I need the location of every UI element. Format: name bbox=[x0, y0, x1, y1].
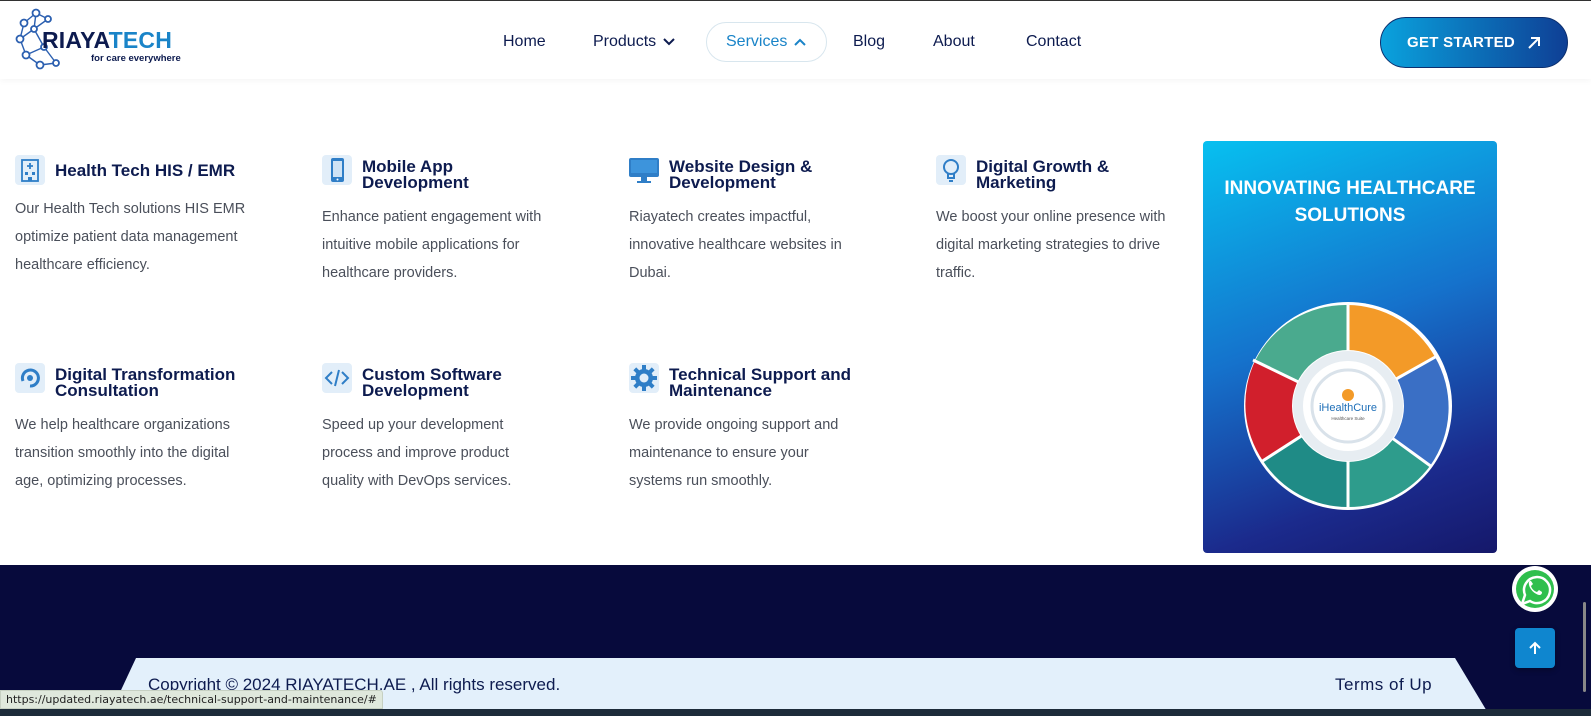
service-description: Our Health Tech solutions HIS EMR optimi… bbox=[15, 201, 246, 273]
gear-icon bbox=[629, 363, 659, 393]
service-title: Health Tech HIS / EMR bbox=[55, 161, 236, 180]
get-started-label: GET STARTED bbox=[1406, 34, 1516, 51]
status-bar-url: https://updated.riayatech.ae/technical-s… bbox=[0, 690, 383, 709]
service-title: Digital Transformation Consultation bbox=[55, 365, 236, 400]
service-title: Mobile App Development bbox=[362, 157, 469, 192]
scroll-to-top-button[interactable] bbox=[1515, 628, 1555, 668]
nav-blog-label: Blog bbox=[853, 33, 886, 50]
nav-products-label: Products bbox=[593, 33, 657, 50]
service-title: Technical Support and Maintenance bbox=[669, 365, 851, 400]
service-description: Riayatech creates impactful, innovative … bbox=[629, 209, 842, 281]
promo-title: INNOVATING HEALTHCARE SOLUTIONS bbox=[1224, 178, 1476, 226]
monitor-icon bbox=[629, 158, 659, 183]
arrow-up-icon bbox=[1529, 641, 1541, 654]
chevron-down-icon bbox=[663, 38, 675, 46]
arrow-up-right-icon bbox=[1528, 36, 1541, 49]
get-started-button[interactable]: GET STARTED bbox=[1380, 17, 1568, 68]
nav-contact-label: Contact bbox=[1026, 33, 1082, 50]
service-description: We provide ongoing support and maintenan… bbox=[629, 417, 839, 489]
service-description: Enhance patient engagement with intuitiv… bbox=[322, 209, 542, 281]
nav-home-label: Home bbox=[503, 33, 546, 50]
whatsapp-icon[interactable] bbox=[1510, 564, 1560, 614]
terms-link[interactable]: Terms of Up bbox=[1335, 675, 1432, 695]
service-title: Website Design & Development bbox=[669, 157, 813, 192]
nav-home[interactable]: Home bbox=[503, 22, 546, 62]
page: RIAYATECH for care everywhere Home Produ… bbox=[0, 0, 1591, 716]
wheel-center-sub: Healthcare Suite bbox=[1331, 416, 1365, 421]
smartphone-icon bbox=[322, 155, 352, 185]
service-description: Speed up your development process and im… bbox=[322, 417, 512, 489]
ihealthcure-wheel-graphic: iHealthCure Healthcare Suite bbox=[1244, 302, 1452, 510]
service-title: Digital Growth & Marketing bbox=[976, 157, 1110, 192]
service-title: Custom Software Development bbox=[362, 365, 502, 400]
refresh-cycle-icon bbox=[15, 363, 45, 393]
brand-name: RIAYATECH bbox=[42, 27, 173, 53]
nav-blog[interactable]: Blog bbox=[853, 22, 885, 62]
service-description: We help healthcare organizations transit… bbox=[15, 417, 230, 489]
brand-tagline: for care everywhere bbox=[91, 53, 181, 64]
nav-products[interactable]: Products bbox=[593, 22, 675, 62]
lightbulb-icon bbox=[936, 155, 966, 185]
nav-contact[interactable]: Contact bbox=[1026, 22, 1081, 62]
service-description: We boost your online presence with digit… bbox=[936, 209, 1166, 281]
nav-services[interactable]: Services bbox=[706, 22, 827, 62]
os-taskbar bbox=[0, 709, 1591, 716]
chevron-up-icon bbox=[794, 38, 807, 46]
nav-services-label: Services bbox=[726, 33, 788, 50]
page-scrollbar[interactable] bbox=[1583, 602, 1586, 692]
nav-about-label: About bbox=[933, 33, 975, 50]
promo-banner[interactable]: INNOVATING HEALTHCARE SOLUTIONS iHealthC… bbox=[1203, 141, 1497, 553]
site-header: RIAYATECH for care everywhere Home Produ… bbox=[0, 1, 1591, 79]
hospital-building-icon bbox=[15, 155, 45, 185]
code-icon bbox=[322, 363, 352, 393]
nav-about[interactable]: About bbox=[933, 22, 975, 62]
wheel-center-label: iHealthCure bbox=[1319, 402, 1377, 414]
brand-logo[interactable]: RIAYATECH for care everywhere bbox=[14, 7, 194, 75]
